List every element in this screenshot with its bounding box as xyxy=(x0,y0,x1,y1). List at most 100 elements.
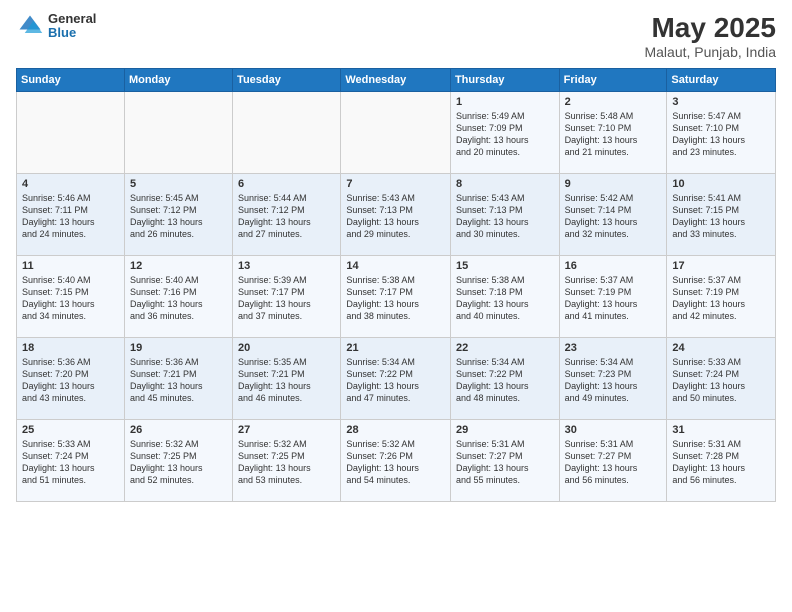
calendar-cell: 22Sunrise: 5:34 AMSunset: 7:22 PMDayligh… xyxy=(450,338,559,420)
calendar-cell: 8 Sunrise: 5:43 AMSunset: 7:13 PMDaylight… xyxy=(450,174,559,256)
day-info: Sunrise: 5:49 AMSunset: 7:09 PMDaylight:… xyxy=(456,110,554,159)
logo-text: General Blue xyxy=(48,12,96,41)
calendar-week-2: 4 Sunrise: 5:46 AMSunset: 7:11 PMDaylight… xyxy=(17,174,776,256)
calendar-cell: 5Sunrise: 5:45 AMSunset: 7:12 PMDaylight… xyxy=(124,174,232,256)
day-info: Sunrise: 5:32 AMSunset: 7:25 PMDaylight:… xyxy=(238,438,335,487)
calendar-cell: 2Sunrise: 5:48 AMSunset: 7:10 PMDaylight… xyxy=(559,92,667,174)
day-info: Sunrise: 5:46 AMSunset: 7:11 PMDaylight:… xyxy=(22,192,119,241)
day-number: 6 xyxy=(238,178,335,190)
day-number: 25 xyxy=(22,424,119,436)
col-thursday: Thursday xyxy=(450,69,559,92)
day-info: Sunrise: 5:42 AMSunset: 7:14 PMDaylight:… xyxy=(565,192,662,241)
calendar-cell xyxy=(124,92,232,174)
day-number: 9 xyxy=(565,178,662,190)
logo-blue: Blue xyxy=(48,26,96,40)
day-number: 4 xyxy=(22,178,119,190)
day-number: 21 xyxy=(346,342,445,354)
day-info: Sunrise: 5:44 AMSunset: 7:12 PMDaylight:… xyxy=(238,192,335,241)
day-info: Sunrise: 5:37 AMSunset: 7:19 PMDaylight:… xyxy=(565,274,662,323)
col-saturday: Saturday xyxy=(667,69,776,92)
col-sunday: Sunday xyxy=(17,69,125,92)
day-number: 22 xyxy=(456,342,554,354)
day-number: 17 xyxy=(672,260,770,272)
calendar-cell: 13Sunrise: 5:39 AMSunset: 7:17 PMDayligh… xyxy=(233,256,341,338)
day-info: Sunrise: 5:47 AMSunset: 7:10 PMDaylight:… xyxy=(672,110,770,159)
calendar-cell xyxy=(233,92,341,174)
calendar-cell: 23Sunrise: 5:34 AMSunset: 7:23 PMDayligh… xyxy=(559,338,667,420)
day-info: Sunrise: 5:40 AMSunset: 7:16 PMDaylight:… xyxy=(130,274,227,323)
day-number: 3 xyxy=(672,96,770,108)
calendar-cell: 19 Sunrise: 5:36 AMSunset: 7:21 PMDayligh… xyxy=(124,338,232,420)
calendar-subtitle: Malaut, Punjab, India xyxy=(644,44,776,60)
col-wednesday: Wednesday xyxy=(341,69,451,92)
col-monday: Monday xyxy=(124,69,232,92)
col-tuesday: Tuesday xyxy=(233,69,341,92)
day-info: Sunrise: 5:36 AMSunset: 7:20 PMDaylight:… xyxy=(22,356,119,405)
day-info: Sunrise: 5:34 AMSunset: 7:22 PMDaylight:… xyxy=(346,356,445,405)
calendar-cell: 4 Sunrise: 5:46 AMSunset: 7:11 PMDaylight… xyxy=(17,174,125,256)
calendar-cell: 15Sunrise: 5:38 AMSunset: 7:18 PMDayligh… xyxy=(450,256,559,338)
day-number: 27 xyxy=(238,424,335,436)
day-number: 18 xyxy=(22,342,119,354)
day-number: 1 xyxy=(456,96,554,108)
calendar-cell: 16 Sunrise: 5:37 AMSunset: 7:19 PMDayligh… xyxy=(559,256,667,338)
calendar-cell: 24 Sunrise: 5:33 AMSunset: 7:24 PMDayligh… xyxy=(667,338,776,420)
calendar-cell: 9 Sunrise: 5:42 AMSunset: 7:14 PMDaylight… xyxy=(559,174,667,256)
logo-icon xyxy=(16,12,44,40)
calendar-cell: 11 Sunrise: 5:40 AMSunset: 7:15 PMDayligh… xyxy=(17,256,125,338)
day-info: Sunrise: 5:40 AMSunset: 7:15 PMDaylight:… xyxy=(22,274,119,323)
calendar-cell: 25 Sunrise: 5:33 AMSunset: 7:24 PMDayligh… xyxy=(17,420,125,502)
day-number: 11 xyxy=(22,260,119,272)
calendar-cell: 3 Sunrise: 5:47 AMSunset: 7:10 PMDaylight… xyxy=(667,92,776,174)
calendar-week-4: 18 Sunrise: 5:36 AMSunset: 7:20 PMDayligh… xyxy=(17,338,776,420)
day-number: 19 xyxy=(130,342,227,354)
day-number: 24 xyxy=(672,342,770,354)
day-info: Sunrise: 5:31 AMSunset: 7:28 PMDaylight:… xyxy=(672,438,770,487)
day-number: 30 xyxy=(565,424,662,436)
calendar-cell: 17Sunrise: 5:37 AMSunset: 7:19 PMDayligh… xyxy=(667,256,776,338)
day-number: 20 xyxy=(238,342,335,354)
logo: General Blue xyxy=(16,12,96,41)
calendar-cell: 21 Sunrise: 5:34 AMSunset: 7:22 PMDayligh… xyxy=(341,338,451,420)
day-info: Sunrise: 5:32 AMSunset: 7:26 PMDaylight:… xyxy=(346,438,445,487)
day-info: Sunrise: 5:35 AMSunset: 7:21 PMDaylight:… xyxy=(238,356,335,405)
day-info: Sunrise: 5:31 AMSunset: 7:27 PMDaylight:… xyxy=(565,438,662,487)
day-info: Sunrise: 5:31 AMSunset: 7:27 PMDaylight:… xyxy=(456,438,554,487)
day-info: Sunrise: 5:43 AMSunset: 7:13 PMDaylight:… xyxy=(456,192,554,241)
day-number: 29 xyxy=(456,424,554,436)
day-info: Sunrise: 5:33 AMSunset: 7:24 PMDaylight:… xyxy=(22,438,119,487)
calendar-week-1: 1 Sunrise: 5:49 AMSunset: 7:09 PMDaylight… xyxy=(17,92,776,174)
day-info: Sunrise: 5:45 AMSunset: 7:12 PMDaylight:… xyxy=(130,192,227,241)
day-number: 28 xyxy=(346,424,445,436)
day-info: Sunrise: 5:36 AMSunset: 7:21 PMDaylight:… xyxy=(130,356,227,405)
page: General Blue May 2025 Malaut, Punjab, In… xyxy=(0,0,792,612)
day-info: Sunrise: 5:33 AMSunset: 7:24 PMDaylight:… xyxy=(672,356,770,405)
calendar-table: Sunday Monday Tuesday Wednesday Thursday… xyxy=(16,68,776,502)
calendar-cell: 26 Sunrise: 5:32 AMSunset: 7:25 PMDayligh… xyxy=(124,420,232,502)
day-number: 8 xyxy=(456,178,554,190)
day-info: Sunrise: 5:32 AMSunset: 7:25 PMDaylight:… xyxy=(130,438,227,487)
calendar-cell: 28 Sunrise: 5:32 AMSunset: 7:26 PMDayligh… xyxy=(341,420,451,502)
calendar-cell xyxy=(17,92,125,174)
calendar-cell: 29 Sunrise: 5:31 AMSunset: 7:27 PMDayligh… xyxy=(450,420,559,502)
calendar-cell: 1 Sunrise: 5:49 AMSunset: 7:09 PMDaylight… xyxy=(450,92,559,174)
calendar-week-5: 25 Sunrise: 5:33 AMSunset: 7:24 PMDayligh… xyxy=(17,420,776,502)
day-info: Sunrise: 5:48 AMSunset: 7:10 PMDaylight:… xyxy=(565,110,662,159)
header-row: Sunday Monday Tuesday Wednesday Thursday… xyxy=(17,69,776,92)
day-info: Sunrise: 5:39 AMSunset: 7:17 PMDaylight:… xyxy=(238,274,335,323)
day-info: Sunrise: 5:38 AMSunset: 7:17 PMDaylight:… xyxy=(346,274,445,323)
day-info: Sunrise: 5:38 AMSunset: 7:18 PMDaylight:… xyxy=(456,274,554,323)
calendar-cell: 18 Sunrise: 5:36 AMSunset: 7:20 PMDayligh… xyxy=(17,338,125,420)
day-number: 16 xyxy=(565,260,662,272)
calendar-cell: 30 Sunrise: 5:31 AMSunset: 7:27 PMDayligh… xyxy=(559,420,667,502)
calendar-cell: 31 Sunrise: 5:31 AMSunset: 7:28 PMDayligh… xyxy=(667,420,776,502)
day-number: 26 xyxy=(130,424,227,436)
calendar-cell: 14Sunrise: 5:38 AMSunset: 7:17 PMDayligh… xyxy=(341,256,451,338)
day-info: Sunrise: 5:41 AMSunset: 7:15 PMDaylight:… xyxy=(672,192,770,241)
calendar-title: May 2025 xyxy=(644,12,776,44)
calendar-cell: 10Sunrise: 5:41 AMSunset: 7:15 PMDayligh… xyxy=(667,174,776,256)
day-number: 12 xyxy=(130,260,227,272)
day-number: 31 xyxy=(672,424,770,436)
day-number: 7 xyxy=(346,178,445,190)
day-info: Sunrise: 5:34 AMSunset: 7:23 PMDaylight:… xyxy=(565,356,662,405)
